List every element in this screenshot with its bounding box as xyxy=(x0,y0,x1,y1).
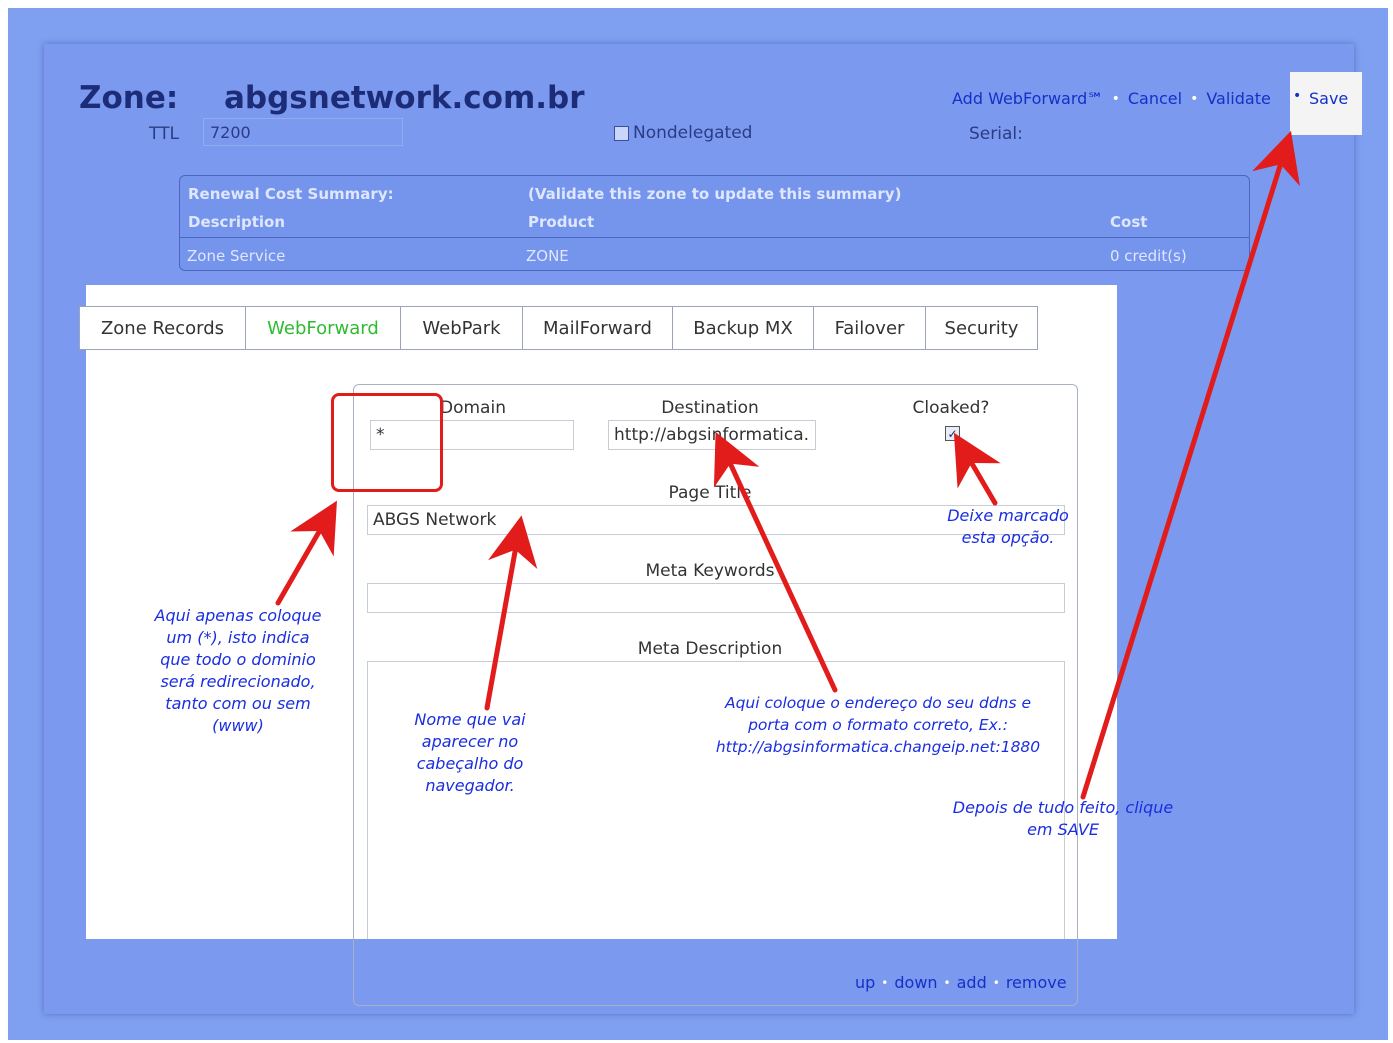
save-note: Depois de tudo feito, clique em SAVE xyxy=(930,797,1196,841)
note-line: um (*), isto indica xyxy=(166,628,310,647)
note-line: cabeçalho do xyxy=(416,754,524,773)
note-line: que todo o dominio xyxy=(160,650,316,669)
arrow-to-cloaked xyxy=(953,432,1001,506)
arrow-to-sub-domain xyxy=(275,500,337,606)
arrow-to-destination xyxy=(713,431,838,693)
note-line: Depois de tudo feito, clique xyxy=(952,798,1174,817)
note-line: tanto com ou sem xyxy=(165,694,311,713)
arrow-to-page-title xyxy=(484,515,538,711)
note-line: porta com o formato correto, Ex.: xyxy=(748,716,1008,734)
page-title-note: Nome que vai aparecer no cabeçalho do na… xyxy=(395,709,545,797)
note-line: aparecer no xyxy=(421,732,519,751)
note-line: http://abgsinformatica.changeip.net:1880 xyxy=(715,738,1041,756)
note-line: esta opção. xyxy=(961,528,1055,547)
note-line: (www) xyxy=(212,716,264,735)
note-line: Nome que vai xyxy=(414,710,526,729)
annotation-arrows xyxy=(275,130,1300,800)
note-line: navegador. xyxy=(425,776,515,795)
note-line: em SAVE xyxy=(1027,820,1099,839)
sub-domain-note: Aqui apenas coloque um (*), isto indica … xyxy=(130,605,346,737)
destination-note: Aqui coloque o endereço do seu ddns e po… xyxy=(670,692,1086,758)
note-line: Aqui apenas coloque xyxy=(154,606,322,625)
note-line: será redirecionado, xyxy=(160,672,316,691)
note-line: Aqui coloque o endereço do seu ddns e xyxy=(724,694,1032,712)
cloaked-note: Deixe marcado esta opção. xyxy=(936,505,1080,549)
note-line: Deixe marcado xyxy=(947,506,1069,525)
arrow-to-save xyxy=(1080,130,1300,800)
